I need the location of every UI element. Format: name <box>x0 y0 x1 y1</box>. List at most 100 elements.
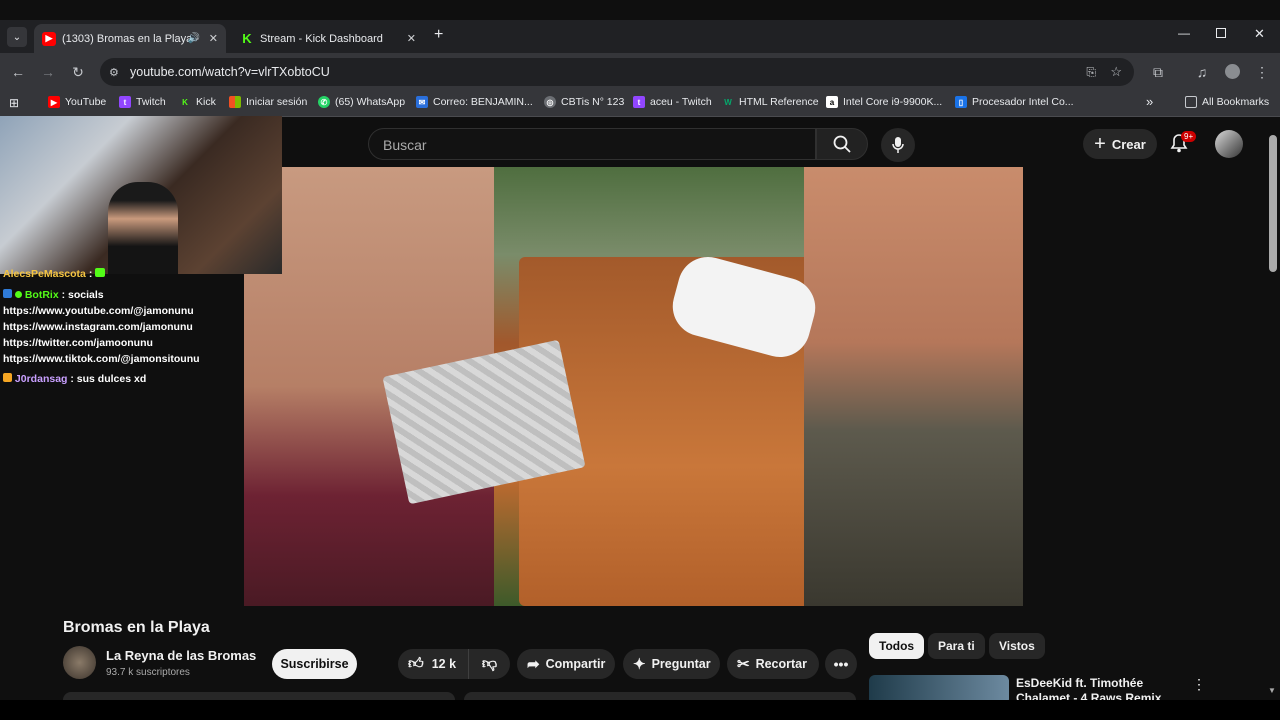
address-bar[interactable]: ⚙ youtube.com/watch?v=vlrTXobtoCU ⎘ ☆ <box>100 58 1134 86</box>
chat-text: : <box>88 268 93 280</box>
search-input[interactable]: Buscar <box>368 128 816 160</box>
all-bookmarks[interactable]: All Bookmarks <box>1185 96 1269 108</box>
close-tab-icon[interactable]: ✕ <box>407 32 416 45</box>
chat-message: AlecsPeMascota : <box>3 268 106 280</box>
bottom-bar <box>0 700 1280 720</box>
browser-toolbar: ← → ↻ ⚙ youtube.com/watch?v=vlrTXobtoCU … <box>0 53 1280 91</box>
bookmark-intel[interactable]: ▯ Procesador Intel Co... <box>955 96 1074 108</box>
sparkle-icon: ✦ <box>633 656 646 673</box>
bookmark-html-reference[interactable]: W HTML Reference <box>722 96 818 108</box>
verified-badge-icon <box>14 291 22 298</box>
thumbs-up-icon: 👍︎ <box>408 655 424 672</box>
chat-link: https://www.instagram.com/jamonunu <box>3 321 193 333</box>
search-icon <box>833 135 851 153</box>
new-tab-button[interactable]: + <box>434 26 443 44</box>
like-button[interactable]: 👍︎ 12 k <box>398 649 468 679</box>
notification-badge: 9+ <box>1181 131 1197 142</box>
clip-label: Recortar <box>755 657 807 671</box>
forward-icon[interactable]: → <box>39 63 57 81</box>
subscribe-button[interactable]: Suscribirse <box>272 649 357 679</box>
subscriber-count: 93.7 k suscriptores <box>106 667 190 678</box>
bookmark-twitch[interactable]: t Twitch <box>119 96 166 108</box>
tab-kick[interactable]: K Stream - Kick Dashboard ✕ <box>232 24 424 53</box>
search-button[interactable] <box>816 128 868 160</box>
restore-icon[interactable] <box>1216 28 1226 38</box>
chat-link: https://www.youtube.com/@jamonunu <box>3 305 194 317</box>
comments-panel-edge <box>464 692 856 700</box>
share-button[interactable]: ➦ Compartir <box>517 649 615 679</box>
scroll-down-icon[interactable]: ▼ <box>1268 686 1276 695</box>
extensions-icon[interactable]: ⧉ <box>1149 63 1167 81</box>
kick-icon: K <box>182 97 188 107</box>
close-window-icon[interactable]: ✕ <box>1254 26 1265 42</box>
apps-icon[interactable]: ⊞ <box>9 96 19 110</box>
webcam-overlay <box>0 116 282 274</box>
microphone-icon <box>892 137 904 153</box>
share-icon: ➦ <box>527 656 540 673</box>
video-player[interactable] <box>244 167 1023 606</box>
like-count: 12 k <box>431 657 457 671</box>
chat-user: J0rdansag <box>14 373 68 385</box>
bookmark-mail[interactable]: ✉ Correo: BENJAMIN... <box>416 96 533 108</box>
ask-label: Preguntar <box>651 657 711 671</box>
subscriber-badge-icon <box>3 373 12 382</box>
menu-icon[interactable]: ⋮ <box>1253 63 1271 81</box>
whatsapp-icon: ✆ <box>318 96 330 108</box>
thumbs-down-icon: 👎︎ <box>481 655 498 672</box>
bookmark-kick[interactable]: K Kick <box>179 96 216 108</box>
profile-icon[interactable] <box>1225 64 1240 79</box>
chat-user: BotRix <box>24 289 59 301</box>
bookmark-login[interactable]: Iniciar sesión <box>229 96 307 108</box>
back-icon[interactable]: ← <box>9 63 27 81</box>
plus-icon: + <box>1094 132 1106 155</box>
recommended-menu-icon[interactable]: ⋮ <box>1192 676 1206 693</box>
mail-icon: ✉ <box>416 96 428 108</box>
chip-for-you[interactable]: Para ti <box>928 633 985 659</box>
bookmark-star-icon[interactable]: ☆ <box>1110 64 1122 80</box>
more-bookmarks-icon[interactable]: » <box>1146 94 1153 109</box>
video-title: Bromas en la Playa <box>63 619 210 636</box>
folder-icon <box>1185 96 1197 108</box>
account-avatar[interactable] <box>1215 130 1243 158</box>
clip-button[interactable]: ✂ Recortar <box>727 649 819 679</box>
reload-icon[interactable]: ↻ <box>69 63 87 81</box>
close-tab-icon[interactable]: ✕ <box>209 32 218 45</box>
chat-text: : socials <box>61 289 104 301</box>
tab-youtube[interactable]: ▶ (1303) Bromas en la Playa - 🔊 ✕ <box>34 24 226 53</box>
scrollbar[interactable] <box>1269 135 1277 272</box>
description-panel-edge <box>63 692 455 700</box>
globe-icon: ◎ <box>544 96 556 108</box>
more-actions-button[interactable]: ••• <box>825 649 857 679</box>
channel-avatar[interactable] <box>63 646 96 679</box>
bookmark-whatsapp[interactable]: ✆ (65) WhatsApp <box>318 96 405 108</box>
media-control-icon[interactable]: ♫ <box>1193 63 1211 81</box>
streamer-figure <box>108 182 178 274</box>
bookmark-youtube[interactable]: ▶ YouTube <box>48 96 106 108</box>
scissors-icon: ✂ <box>737 656 750 673</box>
chat-link: https://twitter.com/jamoonunu <box>3 337 153 349</box>
share-label: Compartir <box>545 657 606 671</box>
w3-icon: W <box>724 97 732 107</box>
speaker-icon[interactable]: 🔊 <box>188 33 200 44</box>
bookmark-aceu[interactable]: t aceu - Twitch <box>633 96 712 108</box>
chat-text: : sus dulces xd <box>70 373 147 385</box>
youtube-icon: ▶ <box>48 96 60 108</box>
chip-all[interactable]: Todos <box>869 633 925 659</box>
bookmark-cbtis[interactable]: ◎ CBTis N° 123 <box>544 96 624 108</box>
bookmarks-bar: ⊞ ▶ YouTube t Twitch K Kick Iniciar sesión … <box>0 91 1280 117</box>
microphone-button[interactable] <box>881 128 915 162</box>
bot-badge-icon <box>3 289 12 298</box>
ask-button[interactable]: ✦ Preguntar <box>623 649 720 679</box>
dislike-button[interactable]: 👎︎ <box>468 649 510 679</box>
minimize-icon[interactable]: — <box>1178 26 1190 40</box>
site-info-icon[interactable]: ⚙ <box>109 66 119 79</box>
tab-label: Stream - Kick Dashboard <box>260 32 383 45</box>
channel-name[interactable]: La Reyna de las Bromas <box>106 648 256 663</box>
chat-user: AlecsPeMascota <box>3 268 86 280</box>
install-app-icon[interactable]: ⎘ <box>1086 65 1096 80</box>
create-button[interactable]: + Crear <box>1083 129 1157 159</box>
tab-search-button[interactable]: ⌄ <box>7 27 27 47</box>
chip-watched[interactable]: Vistos <box>989 633 1045 659</box>
create-label: Crear <box>1111 136 1146 152</box>
bookmark-amazon[interactable]: a Intel Core i9-9900K... <box>826 96 942 108</box>
